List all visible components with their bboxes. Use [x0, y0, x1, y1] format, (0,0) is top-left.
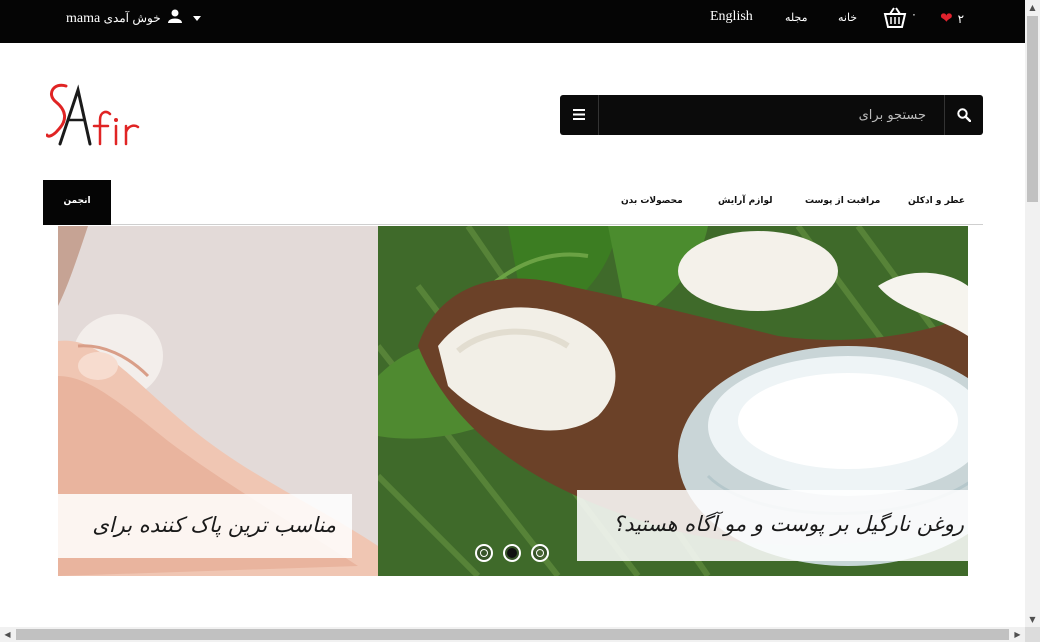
favorites-count: ۲ [957, 12, 965, 26]
menu-icon [573, 109, 585, 120]
nav-item-cosmetics[interactable]: لوازم آرایش [718, 180, 772, 224]
user-icon [167, 1, 182, 37]
home-link[interactable]: خانه [838, 0, 857, 43]
slide-caption-right: روغن نارگیل بر پوست و مو آگاه هستید؟ [577, 490, 968, 561]
search-button[interactable] [944, 95, 983, 135]
horizontal-scrollbar[interactable]: ◀ ▶ [0, 627, 1025, 642]
hero-slider[interactable]: مناسب ترین پاک کننده برای روغن نارگیل بر… [58, 226, 968, 576]
horizontal-scroll-thumb[interactable] [16, 629, 1009, 640]
scroll-right-icon[interactable]: ▶ [1010, 627, 1025, 642]
category-menu-button[interactable] [560, 95, 599, 135]
site-logo[interactable] [45, 80, 142, 150]
slider-dot-3[interactable] [531, 544, 549, 562]
scroll-up-icon[interactable]: ▲ [1025, 0, 1040, 15]
nav-item-perfume[interactable]: عطر و ادکلن [908, 180, 965, 224]
search-input[interactable] [600, 95, 940, 135]
chevron-down-icon [193, 16, 202, 22]
search-bar [560, 95, 983, 135]
basket-link[interactable] [883, 7, 907, 31]
heart-icon: ❤ [940, 9, 953, 27]
vertical-scroll-thumb[interactable] [1027, 16, 1038, 202]
top-bar: ❤ ۲ ۰ خانه مجله English mama خوش آمدی [0, 0, 1025, 43]
scroll-down-icon[interactable]: ▼ [1025, 612, 1040, 627]
basket-icon [883, 7, 907, 28]
magazine-link[interactable]: مجله [785, 0, 808, 43]
language-link[interactable]: English [710, 0, 753, 43]
nav-item-skincare[interactable]: مراقبت از پوست [805, 180, 880, 224]
main-nav: انجمن عطر و ادکلن مراقبت از پوست لوازم آ… [43, 180, 983, 225]
search-icon [957, 108, 971, 122]
scrollbar-corner [1025, 627, 1040, 642]
vertical-scrollbar[interactable]: ▲ ▼ [1025, 0, 1040, 627]
nav-item-body-products[interactable]: محصولات بدن [621, 180, 683, 224]
slider-dot-2[interactable] [503, 544, 521, 562]
username: mama [66, 11, 101, 26]
scroll-left-icon[interactable]: ◀ [0, 627, 15, 642]
slide-caption-left: مناسب ترین پاک کننده برای [58, 494, 352, 558]
user-menu[interactable]: mama خوش آمدی [66, 0, 202, 43]
slider-dot-1[interactable] [475, 544, 493, 562]
welcome-text: خوش آمدی [103, 11, 161, 25]
basket-count: ۰ [911, 8, 917, 21]
favorites-link[interactable]: ❤ ۲ [940, 0, 964, 43]
nav-tab-forum[interactable]: انجمن [43, 180, 111, 225]
logo-image [45, 83, 140, 146]
